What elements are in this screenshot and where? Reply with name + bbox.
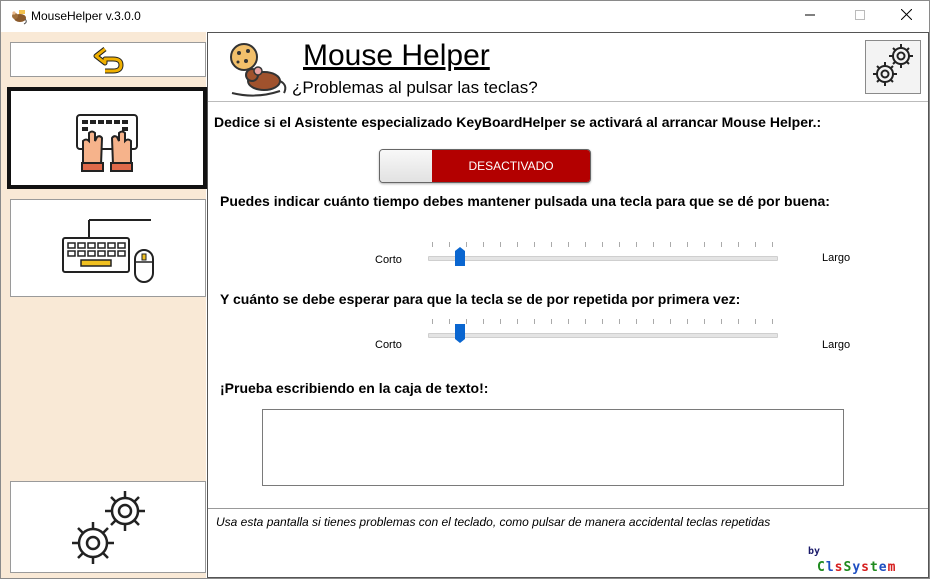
brand-letter: m: [887, 560, 897, 575]
slider-tick: [466, 242, 467, 247]
slider-tick: [517, 242, 518, 247]
slider-tick: [585, 319, 586, 324]
window-title: MouseHelper v.3.0.0: [31, 9, 141, 23]
keyboard-mouse-button[interactable]: [10, 199, 206, 297]
close-icon: [900, 7, 912, 25]
slider-tick: [653, 319, 654, 324]
slider-tick: [721, 242, 722, 247]
sidebar: [1, 32, 207, 578]
slider-tick: [738, 319, 739, 324]
maximize-button[interactable]: [837, 1, 883, 31]
slider-tick: [500, 242, 501, 247]
slider-tick: [721, 319, 722, 324]
slider-tick: [653, 242, 654, 247]
page-subtitle: ¿Problemas al pulsar las teclas?: [292, 78, 538, 97]
slider-tick: [483, 242, 484, 247]
brand-letter: y: [852, 560, 862, 575]
title-bar: MouseHelper v.3.0.0: [1, 1, 929, 31]
slider-tick: [619, 319, 620, 324]
back-arrow-icon: [93, 46, 127, 79]
slider-tick: [687, 242, 688, 247]
hold-min-label: Corto: [375, 254, 402, 266]
gears-icon: [869, 41, 917, 94]
header: Mouse Helper ¿Problemas al pulsar las te…: [208, 33, 928, 102]
main-panel: Mouse Helper ¿Problemas al pulsar las te…: [207, 32, 929, 578]
slider-tick: [704, 319, 705, 324]
slider-tick: [466, 319, 467, 324]
brand-letter: e: [878, 560, 888, 575]
keyboard-hands-icon: [73, 105, 141, 178]
slider-tick: [500, 319, 501, 324]
brand-letter: S: [843, 560, 853, 575]
hold-slider-thumb[interactable]: [455, 247, 465, 266]
slider-tick: [670, 319, 671, 324]
slider-tick: [704, 242, 705, 247]
footer-description: Usa esta pantalla si tienes problemas co…: [216, 515, 771, 529]
slider-tick: [619, 242, 620, 247]
brand-letter: l: [825, 560, 835, 575]
page-title: Mouse Helper: [303, 39, 490, 72]
keyboard-helper-button[interactable]: [7, 87, 207, 189]
slider-tick: [772, 242, 773, 247]
keyboard-mouse-icon: [59, 214, 159, 293]
repeat-min-label: Corto: [375, 339, 402, 351]
slider-tick: [585, 242, 586, 247]
footer: Usa esta pantalla si tienes problemas co…: [208, 508, 928, 578]
repeat-delay-label: Y cuánto se debe esperar para que la tec…: [220, 291, 741, 307]
slider-tick: [551, 242, 552, 247]
toggle-knob[interactable]: [380, 150, 433, 182]
slider-tick: [449, 319, 450, 324]
slider-tick: [755, 319, 756, 324]
slider-tick: [636, 242, 637, 247]
slider-tick: [449, 242, 450, 247]
brand-letter: t: [869, 560, 879, 575]
slider-tick: [534, 319, 535, 324]
slider-tick: [483, 319, 484, 324]
slider-tick: [772, 319, 773, 324]
slider-tick: [670, 242, 671, 247]
slider-tick: [568, 242, 569, 247]
toggle-state-label: DESACTIVADO: [432, 150, 590, 182]
settings-side-button[interactable]: [10, 481, 206, 573]
hold-max-label: Largo: [822, 252, 851, 264]
hold-time-label: Puedes indicar cuánto tiempo debes mante…: [220, 193, 830, 209]
slider-tick: [602, 319, 603, 324]
slider-tick: [432, 319, 433, 324]
repeat-max-label: Largo: [822, 339, 851, 351]
assistant-toggle[interactable]: DESACTIVADO: [379, 149, 591, 183]
hold-slider-track[interactable]: [428, 256, 778, 261]
slider-tick: [568, 319, 569, 324]
minimize-icon: [805, 7, 815, 25]
close-button[interactable]: [883, 1, 929, 31]
maximize-icon: [855, 7, 865, 25]
slider-tick: [687, 319, 688, 324]
slider-tick: [738, 242, 739, 247]
test-text-input[interactable]: [262, 409, 844, 486]
app-window: MouseHelper v.3.0.0 Mouse Helper ¿Proble…: [0, 0, 930, 579]
brand-letter: C: [817, 560, 826, 575]
slider-tick: [602, 242, 603, 247]
hold-time-slider[interactable]: [428, 242, 778, 272]
gears-icon: [65, 485, 151, 574]
slider-tick: [432, 242, 433, 247]
repeat-delay-slider[interactable]: [428, 319, 778, 349]
assistant-label: Dedice si el Asistente especializado Key…: [214, 114, 822, 130]
repeat-slider-track[interactable]: [428, 333, 778, 338]
back-button[interactable]: [10, 42, 206, 77]
brand-letter: s: [861, 560, 870, 575]
slider-tick: [534, 242, 535, 247]
test-label: ¡Prueba escribiendo en la caja de texto!…: [220, 380, 489, 396]
slider-tick: [755, 242, 756, 247]
slider-tick: [517, 319, 518, 324]
slider-tick: [636, 319, 637, 324]
slider-tick: [551, 319, 552, 324]
mouse-logo-icon: [226, 41, 290, 99]
brand-by: by: [808, 546, 821, 557]
minimize-button[interactable]: [787, 1, 833, 31]
brand-logo: ClsSystem: [817, 560, 896, 575]
repeat-slider-thumb[interactable]: [455, 324, 465, 343]
settings-button[interactable]: [865, 40, 921, 94]
app-mouse-icon: [10, 7, 28, 25]
